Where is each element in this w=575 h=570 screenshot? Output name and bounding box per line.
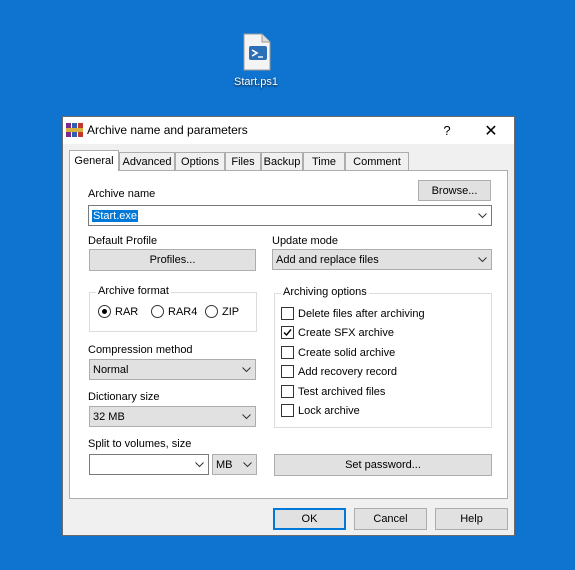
tab-advanced[interactable]: Advanced [119,152,175,170]
update-mode-value: Add and replace files [276,253,379,266]
create-solid-checkbox[interactable]: Create solid archive [281,346,395,359]
winrar-app-icon [66,123,83,137]
split-volumes-input[interactable] [89,454,209,475]
title-bar: Archive name and parameters ? ✕ [63,117,514,144]
dictionary-size-label: Dictionary size [88,391,160,403]
radio-selected-icon [98,305,111,318]
compression-method-select[interactable]: Normal [89,359,256,380]
split-volumes-label: Split to volumes, size [88,438,192,450]
cancel-button[interactable]: Cancel [354,508,427,530]
archive-name-label: Archive name [88,188,156,200]
checkbox-icon [281,346,294,359]
test-archived-checkbox[interactable]: Test archived files [281,385,385,398]
archive-parameters-dialog: Archive name and parameters ? ✕ General … [62,116,515,536]
radio-icon [205,305,218,318]
format-zip-radio[interactable]: ZIP [205,305,239,318]
create-sfx-checkbox[interactable]: Create SFX archive [281,326,394,339]
chevron-down-icon[interactable] [478,212,487,219]
lock-archive-checkbox[interactable]: Lock archive [281,404,360,417]
format-rar4-label: RAR4 [168,305,198,318]
chevron-down-icon [242,413,251,419]
set-password-button[interactable]: Set password... [274,454,492,476]
dictionary-size-select[interactable]: 32 MB [89,406,256,427]
chevron-down-icon[interactable] [195,461,204,468]
default-profile-label: Default Profile [88,235,158,247]
tab-options[interactable]: Options [175,152,225,170]
browse-button[interactable]: Browse... [418,180,491,201]
dialog-title: Archive name and parameters [87,123,248,137]
format-rar4-radio[interactable]: RAR4 [151,305,197,318]
desktop-file-start-ps1[interactable]: Start.ps1 [226,32,286,88]
test-archived-label: Test archived files [298,385,386,398]
powershell-file-icon [243,33,271,71]
format-rar-label: RAR [115,305,139,318]
create-sfx-label: Create SFX archive [298,326,394,339]
split-unit-value: MB [216,458,233,471]
delete-files-label: Delete files after archiving [298,307,425,320]
ok-button[interactable]: OK [273,508,346,530]
chevron-down-icon [478,256,487,262]
compression-method-value: Normal [93,363,129,376]
tab-files[interactable]: Files [225,152,261,170]
delete-files-checkbox[interactable]: Delete files after archiving [281,307,425,320]
lock-archive-label: Lock archive [298,404,360,417]
chevron-down-icon [242,366,251,372]
radio-icon [151,305,164,318]
split-unit-select[interactable]: MB [212,454,257,475]
tab-general[interactable]: General [69,150,119,171]
tab-time[interactable]: Time [303,152,345,170]
format-zip-label: ZIP [222,305,240,318]
checkmark-icon [281,326,294,339]
dictionary-size-value: 32 MB [93,410,125,423]
checkbox-icon [281,385,294,398]
desktop-file-label: Start.ps1 [233,76,279,88]
archive-format-label: Archive format [96,285,171,297]
create-solid-label: Create solid archive [298,346,396,359]
recovery-record-label: Add recovery record [298,365,398,378]
profiles-button[interactable]: Profiles... [89,249,256,271]
checkbox-icon [281,404,294,417]
chevron-down-icon [243,461,252,467]
help-button[interactable]: Help [435,508,508,530]
format-rar-radio[interactable]: RAR [98,305,138,318]
archive-format-group: Archive format RAR RAR4 ZIP [89,285,257,332]
archive-name-input[interactable]: Start.exe [88,205,492,226]
archiving-options-group: Archiving options Delete files after arc… [274,286,492,428]
archive-name-value: Start.exe [92,209,139,222]
update-mode-label: Update mode [272,235,339,247]
update-mode-select[interactable]: Add and replace files [272,249,492,270]
checkbox-icon [281,365,294,378]
tab-comment[interactable]: Comment [345,152,409,170]
checkbox-icon [281,307,294,320]
recovery-record-checkbox[interactable]: Add recovery record [281,365,397,378]
general-tab-panel: Archive name Browse... Start.exe Default… [69,170,508,499]
archiving-options-label: Archiving options [281,286,369,298]
help-title-button[interactable]: ? [425,117,469,144]
tab-backup[interactable]: Backup [261,152,303,170]
compression-method-label: Compression method [88,344,193,356]
close-button[interactable]: ✕ [469,117,513,144]
